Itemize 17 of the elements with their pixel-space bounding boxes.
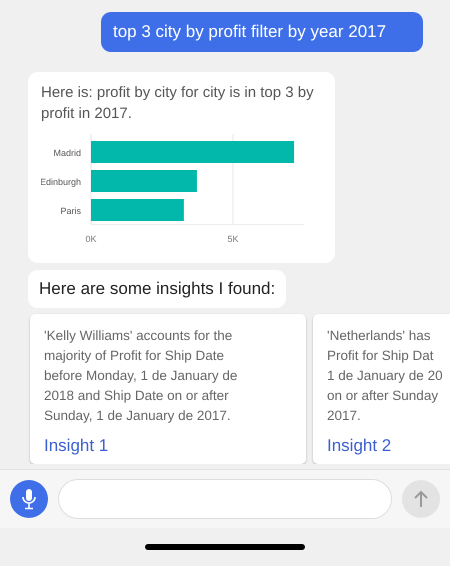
axis-tick-label: 5K	[228, 234, 238, 244]
microphone-button[interactable]	[10, 480, 48, 518]
user-message: top 3 city by profit filter by year 2017	[101, 12, 423, 52]
insight-text: 'Netherlands' has Profit for Ship Dat 1 de January de 20 on or after Sunday 2017.	[327, 327, 444, 425]
axis-tick-label: 0K	[86, 234, 96, 244]
microphone-icon	[22, 488, 36, 510]
category-label: Madrid	[53, 148, 81, 158]
bot-message: Here are some insights I found:	[28, 270, 286, 308]
category-label: Paris	[60, 206, 81, 216]
message-text: Here is: profit by city for city is in top 3 by profit in 2017.	[41, 83, 315, 124]
category-label: Edinburgh	[41, 177, 81, 187]
message-input[interactable]	[58, 479, 392, 519]
insight-text: 'Kelly Williams' accounts for the majority of Profit for Ship Date before Monday, 1 de January de 2018 and Ship Date on or after Sunday, 1 de January de 2017.	[44, 327, 238, 425]
insight-link[interactable]: Insight 2	[327, 436, 392, 456]
arrow-up-icon	[413, 490, 429, 508]
send-button[interactable]	[402, 480, 440, 518]
insight-link[interactable]: Insight 1	[44, 436, 108, 456]
